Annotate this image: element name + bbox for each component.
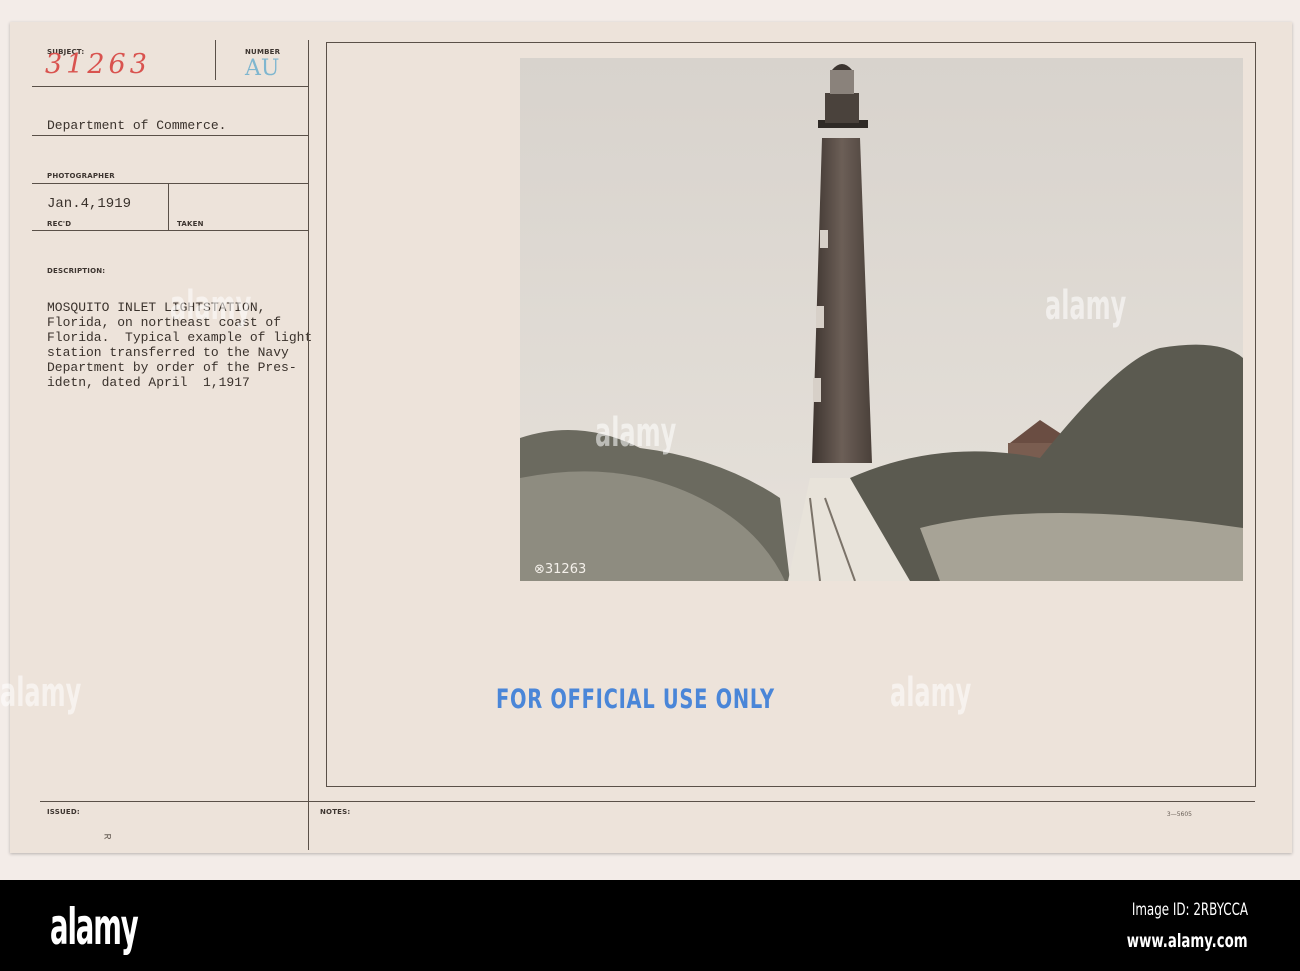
photo-number: ⊗31263	[534, 562, 587, 577]
issued-mark: R	[100, 833, 112, 840]
divider	[32, 135, 308, 136]
photographer-label: PHOTOGRAPHER	[47, 172, 115, 180]
watermark: alamy	[1045, 283, 1127, 329]
form-number: 3—5605	[1166, 811, 1192, 818]
number-value: AU	[245, 56, 280, 81]
alamy-logo: alamy	[50, 898, 139, 956]
department: Department of Commerce.	[47, 118, 227, 133]
notes-label: NOTES:	[320, 808, 351, 816]
description-label: DESCRIPTION:	[47, 267, 106, 275]
divider	[32, 183, 308, 184]
divider	[168, 183, 169, 231]
watermark: alamy	[595, 410, 677, 456]
divider	[32, 230, 308, 231]
lighthouse-photo: ⊗31263	[520, 58, 1243, 581]
official-use-stamp: FOR OFFICIAL USE ONLY	[496, 684, 775, 715]
number-label: NUMBER	[245, 48, 281, 56]
website-link[interactable]: www.alamy.com	[1127, 930, 1248, 952]
column-divider	[308, 40, 309, 850]
recd-label: REC'D	[47, 220, 72, 228]
watermark: alamy	[890, 670, 972, 716]
footer-bar: alamy Image ID: 2RBYCCA www.alamy.com	[0, 880, 1300, 971]
divider	[40, 801, 1255, 802]
divider	[32, 86, 308, 87]
subject-number: 31263	[45, 49, 151, 80]
received-date: Jan.4,1919	[47, 196, 132, 212]
lighthouse-image	[520, 58, 1243, 581]
image-id: Image ID: 2RBYCCA	[1131, 900, 1248, 920]
watermark: alamy	[0, 670, 82, 716]
watermark: alamy	[170, 283, 252, 329]
divider	[215, 40, 216, 80]
taken-label: TAKEN	[177, 220, 204, 228]
issued-label: ISSUED:	[47, 808, 80, 816]
